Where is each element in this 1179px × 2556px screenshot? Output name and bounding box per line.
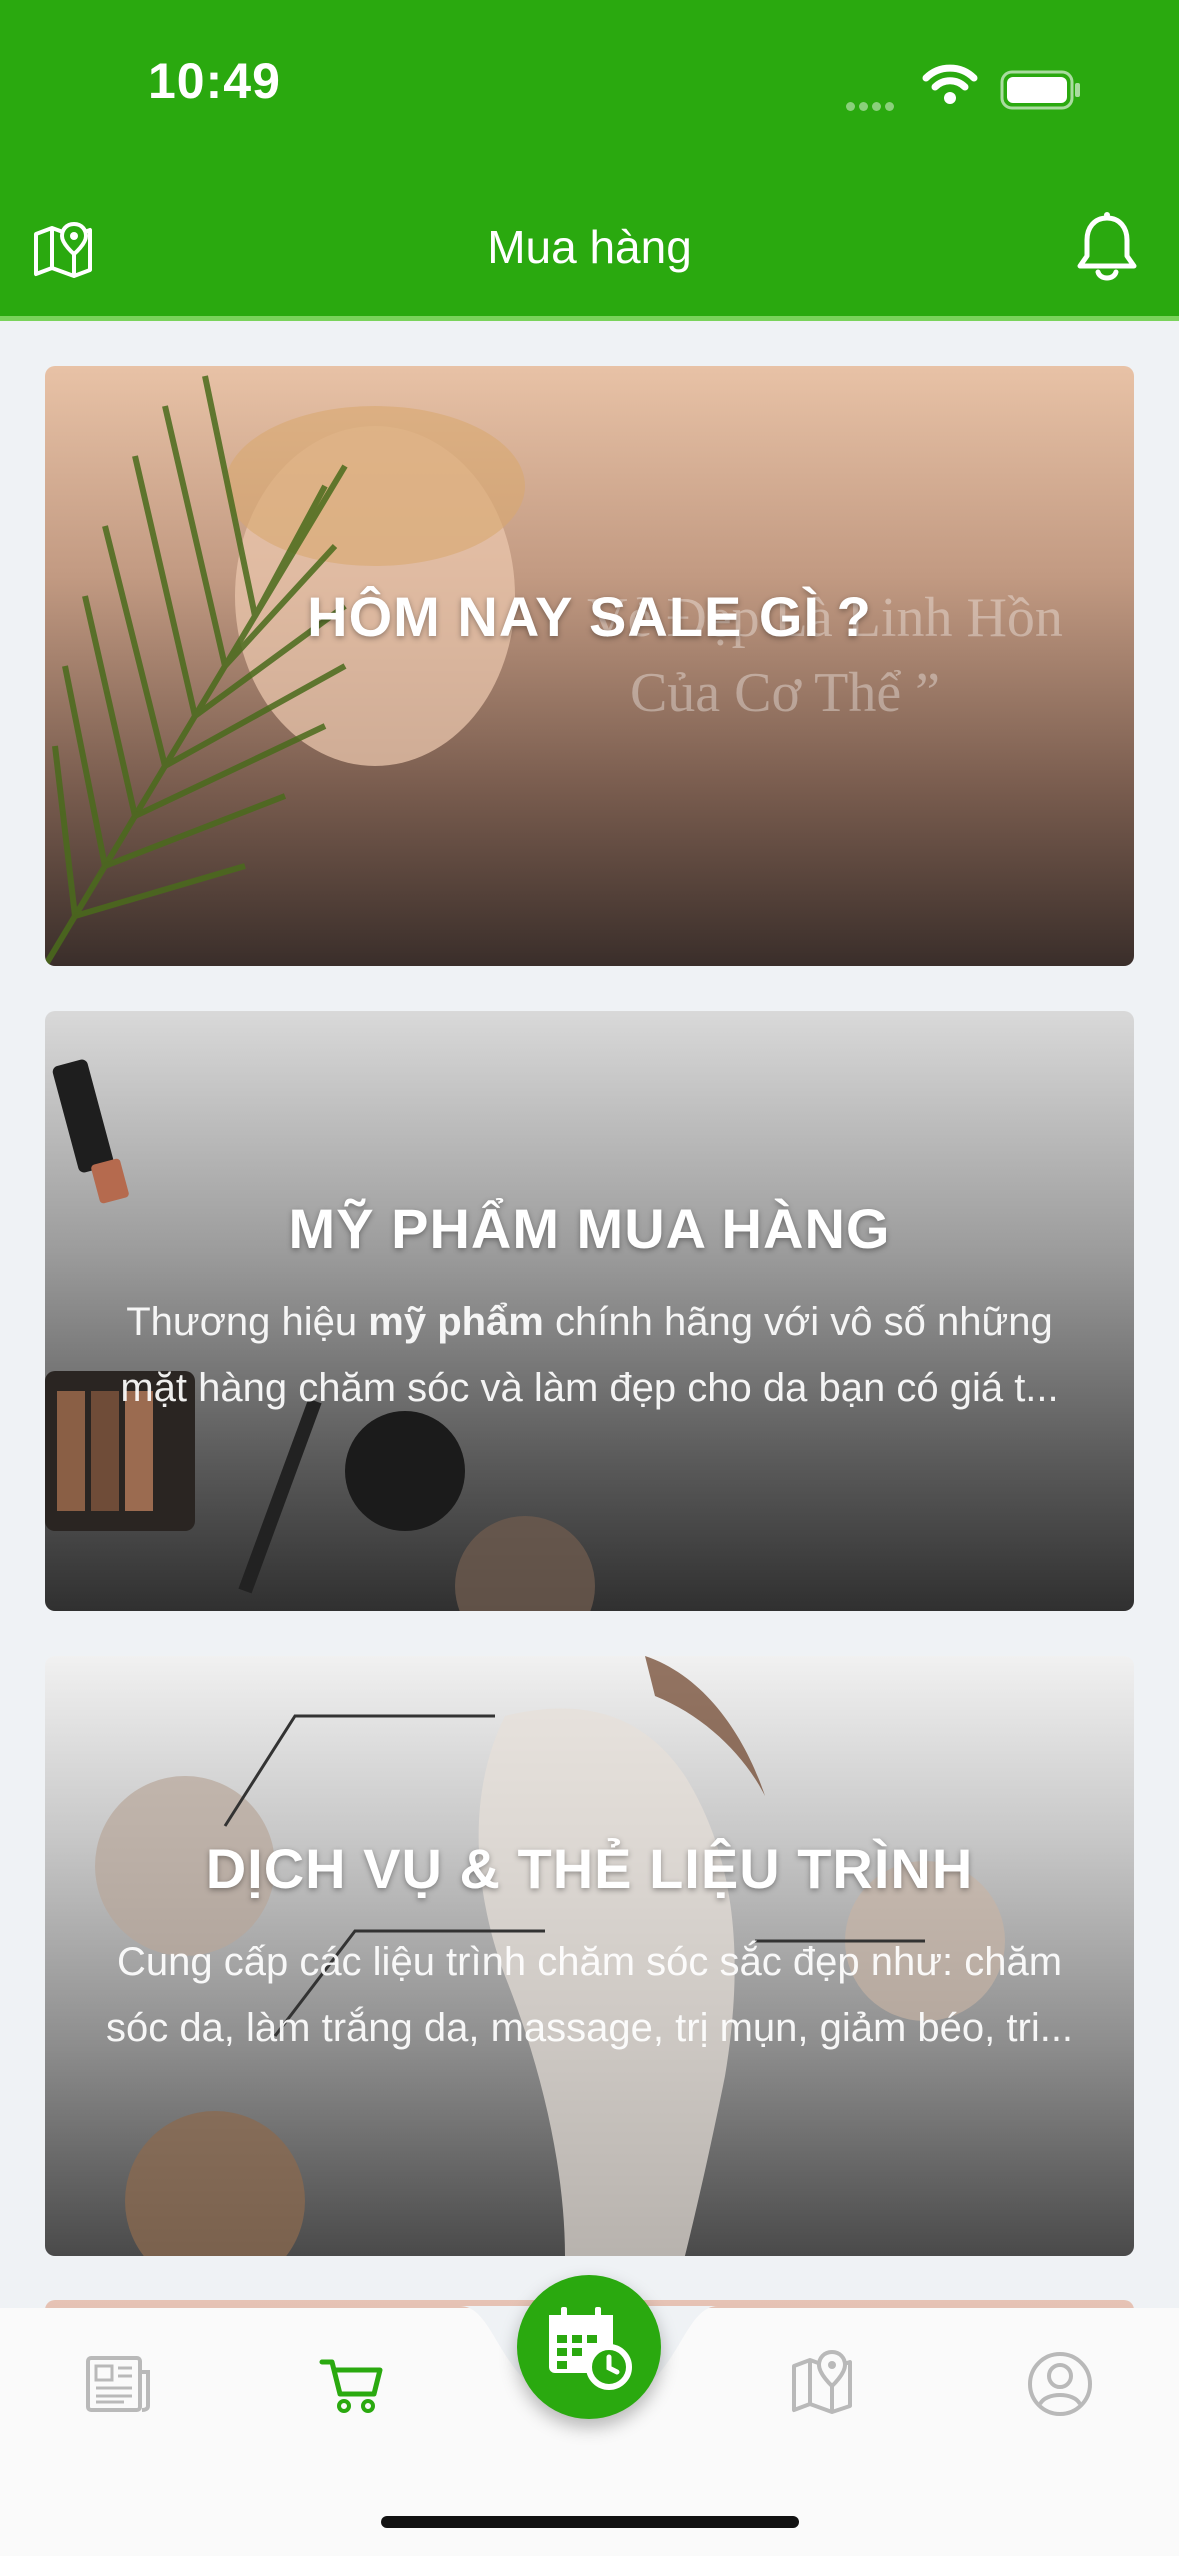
calendar-clock-icon [549,2307,632,2390]
card-description: Thương hiệu mỹ phẩm chính hãng với vô số… [120,1300,1059,1410]
image-caption-line-2: Của Cơ Thể ” [630,662,940,724]
services-card[interactable]: DỊCH VỤ & THẺ LIỆU TRÌNH Cung cấp các li… [45,1656,1134,2256]
wifi-icon [922,64,978,104]
card-title: MỸ PHẨM MUA HÀNG [288,1197,891,1260]
palm-leaf-decoration: Vẻ Đẹp Là Linh Hồn Của Cơ Thể ” [45,375,1063,966]
news-icon[interactable] [82,2348,154,2420]
home-indicator[interactable] [381,2516,799,2528]
page-title: Mua hàng [487,221,692,273]
card-title: DỊCH VỤ & THẺ LIỆU TRÌNH [205,1837,974,1900]
sale-card[interactable]: Vẻ Đẹp Là Linh Hồn Của Cơ Thể ” HÔM NAY … [45,366,1134,966]
booking-button[interactable] [517,2275,661,2419]
cosmetics-card[interactable]: MỸ PHẨM MUA HÀNG Thương hiệu mỹ phẩm chí… [45,1011,1134,1611]
status-time: 10:49 [148,53,281,109]
map-pin-icon[interactable] [788,2348,860,2420]
top-bar: 10:49 Mua hàng [0,0,1179,321]
battery-icon [1000,70,1080,110]
card-description: Cung cấp các liệu trình chăm sóc sắc đẹp… [105,1940,1074,2050]
cellular-signal-icon [846,98,898,116]
notification-bell-icon[interactable] [1072,210,1142,284]
profile-icon[interactable] [1024,2348,1096,2420]
cart-icon[interactable] [316,2348,388,2420]
card-title: HÔM NAY SALE GÌ ? [307,585,872,648]
